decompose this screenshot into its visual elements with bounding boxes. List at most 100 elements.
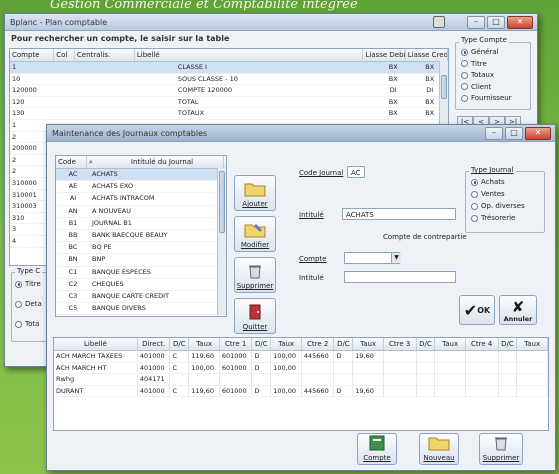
radio-icon[interactable] <box>15 280 22 288</box>
radio-icon[interactable] <box>461 94 468 102</box>
lines-cell <box>384 362 417 374</box>
radio-icon[interactable] <box>471 202 478 210</box>
lines-col-header: D/C <box>170 338 190 350</box>
plan-table-row[interactable]: 1 CLASSE I BX BX <box>10 62 448 74</box>
journal-list-item[interactable]: AN A NOUVEAU <box>56 206 226 218</box>
plan-window-title: Bplanc - Plan comptable <box>10 17 108 27</box>
close-icon[interactable]: ✕ <box>525 127 551 140</box>
modifier-button[interactable]: Modifier <box>234 216 276 252</box>
maximize-icon[interactable]: □ <box>487 16 505 29</box>
journal-list-item[interactable]: C1 BANQUE ESPECES <box>56 267 226 279</box>
journal-list-item[interactable]: BN BNP <box>56 254 226 267</box>
radio-option[interactable]: Op. diverses <box>471 202 525 210</box>
supprimer-line-button[interactable]: Supprimer <box>479 433 523 465</box>
lines-cell <box>499 374 518 385</box>
nouveau-button[interactable]: Nouveau <box>419 433 459 465</box>
lines-cell <box>384 385 417 397</box>
lines-table-row[interactable]: Rwhg 404171 <box>54 374 548 386</box>
plan-cell <box>48 62 66 73</box>
radio-option[interactable]: Totaux <box>461 71 494 79</box>
radio-option[interactable]: Ventes <box>471 190 505 198</box>
plan-cell: BX <box>388 63 398 71</box>
cross-icon: ✘ <box>511 298 525 316</box>
journal-list-item[interactable]: AE ACHATS EXO <box>56 181 226 194</box>
plan-col-header: Liasse Credit <box>407 49 448 61</box>
minimize-icon[interactable]: – <box>467 16 485 29</box>
plan-table-row[interactable]: 10 SOUS CLASSE - 10 BX BX <box>10 74 448 86</box>
journal-titlebar[interactable]: Maintenance des Journaux comptables – □ … <box>47 125 555 142</box>
lines-col-header: Taux <box>189 338 220 350</box>
intitule-label: Intitulé <box>299 211 324 219</box>
lines-table-row[interactable]: ACH MARCH TAXEES 401000 C 119,60 601000 D 100,… <box>54 351 548 363</box>
lines-cell <box>384 374 417 385</box>
lines-cell: ACH MARCH TAXEES <box>54 351 138 362</box>
search-icon[interactable]: ⌕ <box>87 156 101 168</box>
plan-scroll-thumb[interactable] <box>441 75 447 99</box>
compte-button[interactable]: Compte <box>357 433 397 465</box>
close-icon[interactable]: ✕ <box>507 16 533 29</box>
radio-icon[interactable] <box>461 71 468 79</box>
plan-table-row[interactable]: 120000 COMPTE 120000 DI DI <box>10 85 448 97</box>
radio-label: Trésorerie <box>481 214 516 222</box>
plan-table-row[interactable]: 120 TOTAL BX BX <box>10 97 448 109</box>
journal-list-item[interactable]: C2 CHEQUES <box>56 279 226 291</box>
radio-icon[interactable] <box>471 178 478 186</box>
radio-icon[interactable] <box>461 60 468 67</box>
plan-cell: 2 <box>12 167 17 176</box>
lines-table-row[interactable]: ACH MARCH HT 401000 C 100,00 601000 D 100,00 <box>54 362 548 375</box>
journal-list-item[interactable]: C5 BANQUE DIVERS <box>56 303 226 316</box>
journal-list-item[interactable]: B1 JOURNAL B1 <box>56 218 226 230</box>
quitter-button[interactable]: Quitter <box>234 298 276 334</box>
radio-icon[interactable] <box>15 300 22 308</box>
intitule-field[interactable]: ACHATS <box>342 208 456 220</box>
journal-list[interactable]: Code ⌕ Intitulé du Journal AC ACHATS AE ACH… <box>55 155 227 317</box>
journal-list-item[interactable]: C4CAISSE <box>56 315 226 316</box>
minimize-icon[interactable]: – <box>485 127 503 140</box>
plan-titlebar[interactable]: Bplanc - Plan comptable – □ ✕ <box>5 14 537 31</box>
radio-option[interactable]: Titre <box>15 280 41 288</box>
radio-option[interactable]: Client <box>461 83 491 91</box>
journal-scroll-thumb[interactable] <box>219 171 225 233</box>
radio-label: Totaux <box>471 71 494 79</box>
radio-icon[interactable] <box>461 48 468 56</box>
journal-list-item[interactable]: BB BANK BAECQUE BEAUY <box>56 230 226 243</box>
radio-option[interactable]: Fournisseur <box>461 94 512 102</box>
maximize-icon[interactable]: □ <box>505 127 523 140</box>
radio-icon[interactable] <box>461 83 468 90</box>
chevron-down-icon[interactable]: ▼ <box>391 253 401 263</box>
plan-table-row[interactable]: 130 TOTAUX BX BX <box>10 108 448 120</box>
radio-option[interactable]: Trésorerie <box>471 214 515 222</box>
journal-code: AI <box>69 194 77 203</box>
radio-label: Deta <box>25 300 42 308</box>
journal-intitule: A NOUVEAU <box>92 206 132 215</box>
journal-list-scrollbar[interactable] <box>217 168 226 315</box>
journal-intitule: BANQUE DIVERS <box>92 304 146 313</box>
radio-icon[interactable] <box>15 320 22 328</box>
annuler-label: Annuler <box>503 315 533 323</box>
lines-cell: 401000 <box>138 385 171 397</box>
journal-list-item[interactable]: AC ACHATS <box>56 169 226 182</box>
supprimer-label: Supprimer <box>236 282 274 290</box>
radio-option[interactable]: Achats <box>471 178 505 186</box>
lines-cell <box>466 351 499 362</box>
radio-option[interactable]: Tota <box>15 320 39 328</box>
ok-button[interactable]: ✔ OK <box>459 295 495 325</box>
lines-table-row[interactable]: DURANT 401000 C 119,60 601000 D 100,00 445660 D 1… <box>54 385 548 398</box>
journal-lines-table[interactable]: Libellé Direct. D/C Taux Ctre 1 D/C Taux Ctre 2… <box>53 337 549 431</box>
lines-cell <box>517 374 548 385</box>
plan-cell: DI <box>389 86 397 95</box>
annuler-button[interactable]: ✘ Annuler <box>499 295 537 325</box>
code-journal-field[interactable]: AC <box>347 166 365 178</box>
radio-option[interactable]: Deta <box>15 300 42 308</box>
intitule2-field[interactable] <box>344 271 456 283</box>
journal-list-item[interactable]: BC BQ PE <box>56 242 226 255</box>
radio-option[interactable]: Titre <box>461 60 487 68</box>
radio-option[interactable]: Général <box>461 48 499 56</box>
journal-list-item[interactable]: AI ACHATS INTRACOM <box>56 193 226 206</box>
radio-icon[interactable] <box>471 214 478 222</box>
col-intitule-header: Intitulé du Journal <box>101 156 224 168</box>
radio-icon[interactable] <box>471 190 478 198</box>
supprimer-button[interactable]: Supprimer <box>234 257 276 293</box>
ajouter-button[interactable]: Ajouter <box>234 175 276 211</box>
journal-list-item[interactable]: C3 BANQUE CARTE CREDIT <box>56 291 226 304</box>
